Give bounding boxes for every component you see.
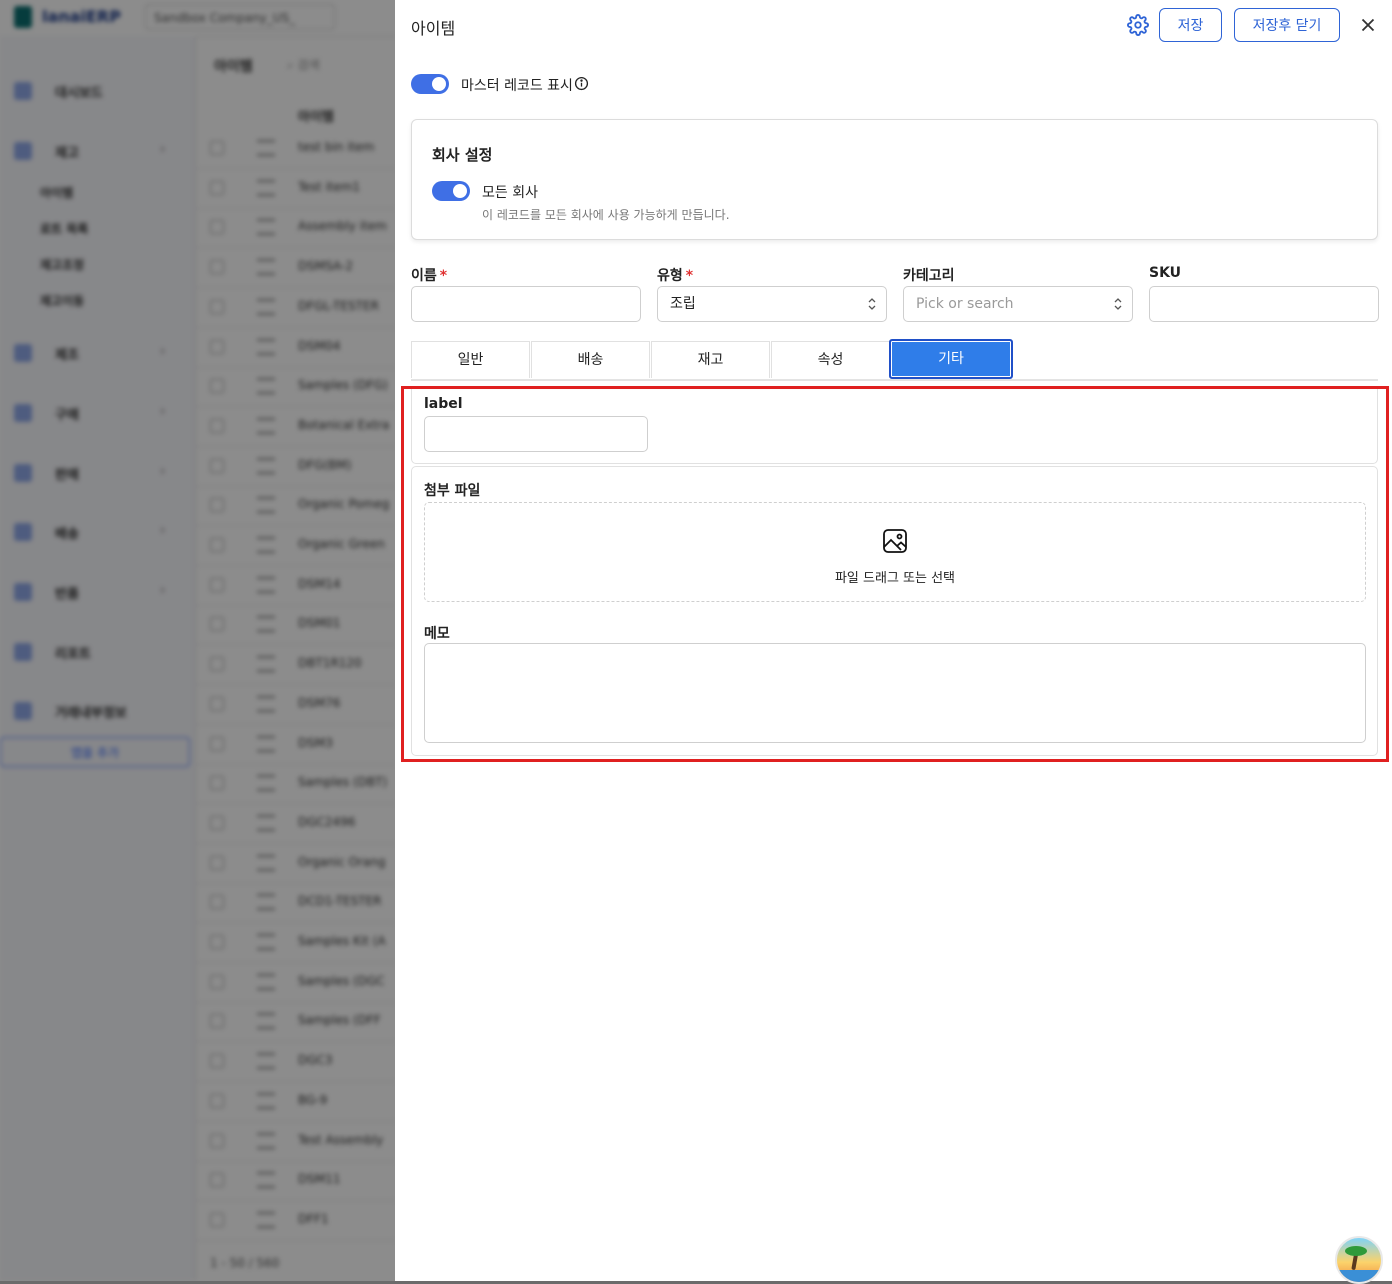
palm-leaves <box>1345 1246 1367 1256</box>
type-label: 유형 * <box>657 265 693 285</box>
category-placeholder: Pick or search <box>916 296 1014 312</box>
chevron-updown-icon <box>1114 298 1122 310</box>
file-dropzone[interactable]: 파일 드래그 또는 선택 <box>424 502 1366 602</box>
type-select[interactable]: 조립 <box>657 286 887 322</box>
label-field-label: label <box>424 396 463 412</box>
item-tabs: 일반 배송 재고 속성 기타 <box>411 339 1378 381</box>
sku-input[interactable] <box>1149 286 1379 322</box>
company-settings-title: 회사 설정 <box>432 146 493 164</box>
all-companies-description: 이 레코드를 모든 회사에 사용 가능하게 만듭니다. <box>482 208 730 222</box>
required-mark: * <box>439 268 448 284</box>
type-label-text: 유형 <box>657 268 683 284</box>
background-app: lanaiERP Sandbox Company_US_ 대시보드 재고 › 제조 › 구… <box>0 0 395 1281</box>
save-button[interactable]: 저장 <box>1159 8 1222 42</box>
modal-overlay[interactable] <box>0 0 395 1281</box>
required-mark: * <box>685 268 694 284</box>
sku-label: SKU <box>1149 265 1182 281</box>
item-drawer: 아이템 저장 저장후 닫기 마스터 레코드 표시 회사 설정 모든 회사 이 레… <box>395 0 1392 1284</box>
close-icon[interactable] <box>1357 14 1379 36</box>
attachments-label: 첨부 파일 <box>424 483 481 499</box>
memo-textarea[interactable] <box>424 643 1366 743</box>
category-select[interactable]: Pick or search <box>903 286 1133 322</box>
category-label: 카테고리 <box>903 268 955 284</box>
chevron-updown-icon <box>868 298 876 310</box>
master-record-toggle[interactable] <box>411 74 449 94</box>
image-icon <box>883 529 907 553</box>
gear-icon[interactable] <box>1127 14 1149 36</box>
tab-other[interactable]: 기타 <box>889 339 1013 379</box>
water <box>1337 1270 1381 1282</box>
tab-general[interactable]: 일반 <box>411 341 530 378</box>
all-companies-toggle[interactable] <box>432 181 470 201</box>
type-select-value: 조립 <box>670 296 696 312</box>
company-settings-card: 회사 설정 모든 회사 이 레코드를 모든 회사에 사용 가능하게 만듭니다. <box>411 119 1378 240</box>
name-input[interactable] <box>411 286 641 322</box>
label-input[interactable] <box>424 416 648 452</box>
save-and-close-button[interactable]: 저장후 닫기 <box>1234 8 1340 42</box>
info-icon[interactable] <box>574 76 589 91</box>
memo-label: 메모 <box>424 626 450 642</box>
all-companies-label: 모든 회사 <box>482 185 538 201</box>
tab-shipping[interactable]: 배송 <box>531 341 650 378</box>
tab-attributes[interactable]: 속성 <box>771 341 890 378</box>
master-record-label: 마스터 레코드 표시 <box>461 78 573 94</box>
dropzone-text: 파일 드래그 또는 선택 <box>834 571 956 586</box>
name-label: 이름 * <box>411 265 447 285</box>
name-label-text: 이름 <box>411 268 437 284</box>
drawer-title: 아이템 <box>411 19 456 38</box>
assistant-avatar-button[interactable] <box>1335 1236 1383 1284</box>
tab-inventory[interactable]: 재고 <box>651 341 770 378</box>
